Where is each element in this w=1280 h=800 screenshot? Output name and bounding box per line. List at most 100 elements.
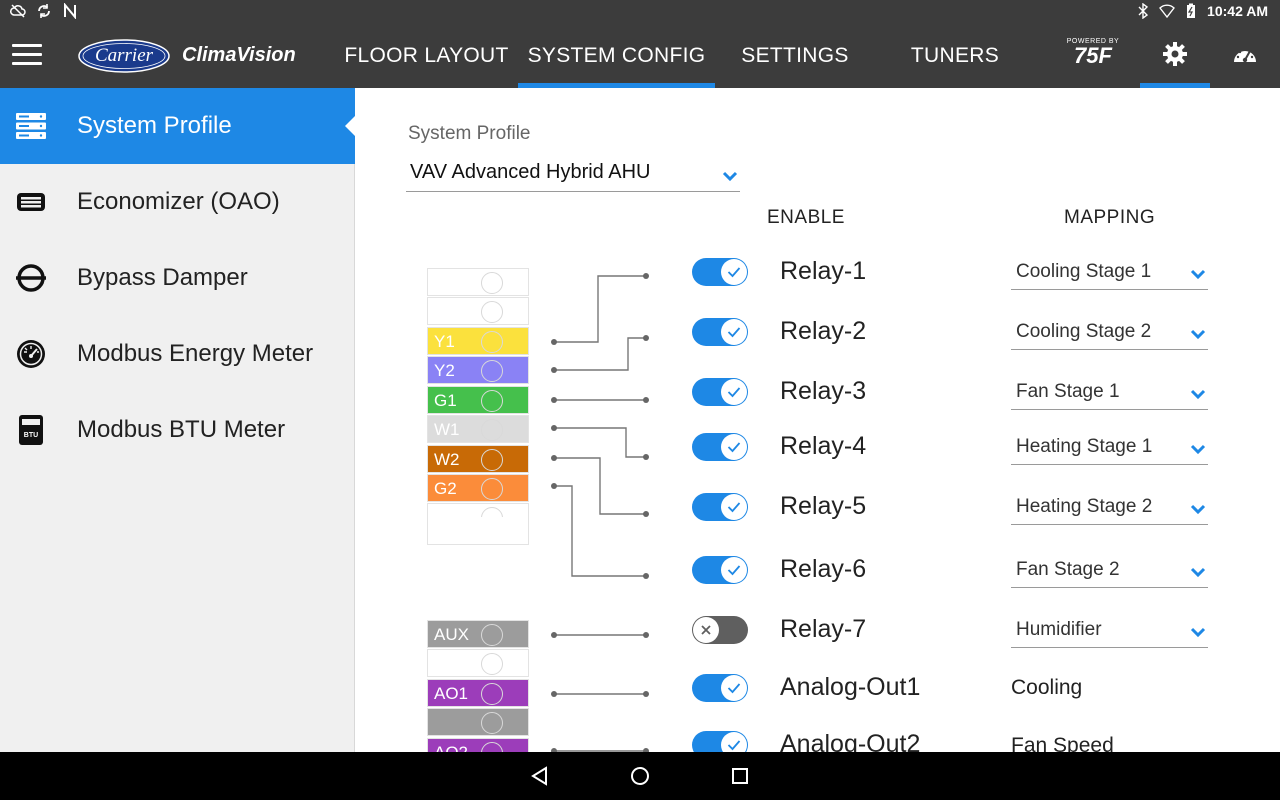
tab-system-config[interactable]: SYSTEM CONFIG: [518, 24, 715, 88]
analog-out1-label: Analog-Out1: [780, 673, 921, 701]
terminal-g1: G1: [427, 386, 529, 414]
recents-icon[interactable]: [726, 762, 754, 790]
powered-by-75f-logo: POWERED BY 75F: [1064, 38, 1122, 74]
clock-time: 10:42 AM: [1207, 3, 1268, 19]
sync-icon: [36, 3, 52, 19]
terminal-slot-empty: [427, 649, 529, 677]
carrier-logo-text: Carrier: [94, 45, 154, 66]
sidebar-item-system-profile[interactable]: System Profile: [0, 88, 355, 164]
dashboard-gauge-icon: [1232, 43, 1258, 70]
energy-meter-icon: [14, 337, 48, 371]
chevron-down-icon: [1190, 625, 1206, 638]
terminal-slot-empty: [427, 297, 529, 325]
relay-2-mapping-dropdown[interactable]: Cooling Stage 2: [1011, 316, 1208, 350]
relay-4-mapping-dropdown[interactable]: Heating Stage 1: [1011, 431, 1208, 465]
relay-7-mapping-value: Humidifier: [1016, 619, 1102, 640]
menu-icon[interactable]: [12, 44, 42, 66]
system-profile-dropdown[interactable]: VAV Advanced Hybrid AHU: [406, 158, 740, 192]
enable-column-header: ENABLE: [767, 207, 845, 228]
terminal-y2: Y2: [427, 356, 529, 384]
dashboard-tab[interactable]: [1210, 24, 1280, 88]
status-bar: 10:42 AM: [0, 0, 1280, 24]
analog-out2-mapping-value: Fan Speed: [1011, 734, 1114, 752]
sidebar-item-label: Modbus Energy Meter: [77, 340, 314, 367]
relay-6-mapping-dropdown[interactable]: Fan Stage 2: [1011, 554, 1208, 588]
mapping-column-header: MAPPING: [1064, 207, 1156, 228]
relay-7-label: Relay-7: [780, 615, 867, 643]
sidebar: System Profile Economizer (OAO) Bypass D…: [0, 88, 355, 752]
sidebar-item-bypass-damper[interactable]: Bypass Damper: [0, 240, 355, 316]
relay-3-mapping-dropdown[interactable]: Fan Stage 1: [1011, 376, 1208, 410]
terminal-slot-empty: [427, 268, 529, 296]
powered-by-brand: 75F: [1074, 43, 1112, 68]
sidebar-item-modbus-energy-meter[interactable]: Modbus Energy Meter: [0, 316, 355, 392]
relay-5-mapping-dropdown[interactable]: Heating Stage 2: [1011, 491, 1208, 525]
btu-icon-text: BTU: [23, 432, 39, 439]
home-icon[interactable]: [626, 762, 654, 790]
terminal-slot-empty: [427, 708, 529, 736]
terminal-g2: G2: [427, 474, 529, 502]
server-rack-icon: [14, 109, 48, 143]
relay-6-label: Relay-6: [780, 555, 867, 583]
tab-floor-layout[interactable]: FLOOR LAYOUT: [336, 24, 517, 88]
terminal-slot-empty: [427, 517, 529, 545]
btu-meter-icon: BTU: [14, 413, 48, 447]
terminal-aux: AUX: [427, 620, 529, 648]
wifi-icon: [1159, 3, 1175, 19]
relay-5-label: Relay-5: [780, 492, 867, 520]
relay-2-mapping-value: Cooling Stage 2: [1016, 321, 1152, 342]
chevron-down-icon: [1190, 442, 1206, 455]
relay-2-enable-toggle[interactable]: [692, 318, 748, 346]
relay-2-label: Relay-2: [780, 317, 867, 345]
tab-tuners[interactable]: TUNERS: [895, 24, 1015, 88]
relay-5-mapping-value: Heating Stage 2: [1016, 496, 1153, 517]
relay-4-label: Relay-4: [780, 432, 867, 460]
analog-out2-enable-toggle[interactable]: [692, 731, 748, 752]
gear-icon: [1162, 41, 1188, 72]
brand-name: ClimaVision: [182, 44, 296, 66]
tab-settings[interactable]: SETTINGS: [725, 24, 865, 88]
analog-out1-enable-toggle[interactable]: [692, 674, 748, 702]
app-bar: Carrier ClimaVision FLOOR LAYOUT SYSTEM …: [0, 24, 1280, 88]
battery-charging-icon: [1183, 3, 1199, 19]
relay-4-enable-toggle[interactable]: [692, 433, 748, 461]
terminal-ao1: AO1: [427, 679, 529, 707]
chevron-down-icon: [1190, 327, 1206, 340]
carrier-logo: Carrier: [78, 39, 170, 73]
damper-icon: [14, 261, 48, 295]
relay-6-enable-toggle[interactable]: [692, 556, 748, 584]
system-profile-label: System Profile: [408, 123, 531, 144]
terminal-ao2: AO2: [427, 738, 529, 752]
sidebar-item-modbus-btu-meter[interactable]: BTU Modbus BTU Meter: [0, 392, 355, 468]
relay-1-mapping-dropdown[interactable]: Cooling Stage 1: [1011, 256, 1208, 290]
cloud-off-icon: [10, 3, 26, 19]
sidebar-item-label: Economizer (OAO): [77, 188, 280, 215]
chevron-down-icon: [1190, 502, 1206, 515]
sidebar-item-label: System Profile: [77, 112, 232, 139]
relay-1-label: Relay-1: [780, 257, 867, 285]
system-profile-value: VAV Advanced Hybrid AHU: [410, 161, 651, 183]
n-notification-icon: [62, 3, 78, 19]
back-icon[interactable]: [526, 762, 554, 790]
settings-gear-tab[interactable]: [1140, 24, 1210, 88]
sidebar-item-label: Modbus BTU Meter: [77, 416, 286, 443]
relay-7-enable-toggle[interactable]: [692, 616, 748, 644]
relay-6-mapping-value: Fan Stage 2: [1016, 559, 1120, 580]
sidebar-item-economizer[interactable]: Economizer (OAO): [0, 164, 355, 240]
relay-1-mapping-value: Cooling Stage 1: [1016, 261, 1152, 282]
relay-7-mapping-dropdown[interactable]: Humidifier: [1011, 614, 1208, 648]
terminal-y1: Y1: [427, 327, 529, 355]
chevron-down-icon: [1190, 267, 1206, 280]
chevron-down-icon: [722, 169, 738, 182]
chevron-down-icon: [1190, 565, 1206, 578]
terminal-w2: W2: [427, 445, 529, 473]
relay-5-enable-toggle[interactable]: [692, 493, 748, 521]
system-profile-panel: System Profile VAV Advanced Hybrid AHU E…: [356, 88, 1280, 752]
analog-out2-label: Analog-Out2: [780, 730, 921, 752]
analog-out1-mapping-value: Cooling: [1011, 676, 1083, 699]
relay-1-enable-toggle[interactable]: [692, 258, 748, 286]
bluetooth-icon: [1135, 3, 1151, 19]
relay-3-enable-toggle[interactable]: [692, 378, 748, 406]
sidebar-item-label: Bypass Damper: [77, 264, 248, 291]
relay-3-mapping-value: Fan Stage 1: [1016, 381, 1120, 402]
